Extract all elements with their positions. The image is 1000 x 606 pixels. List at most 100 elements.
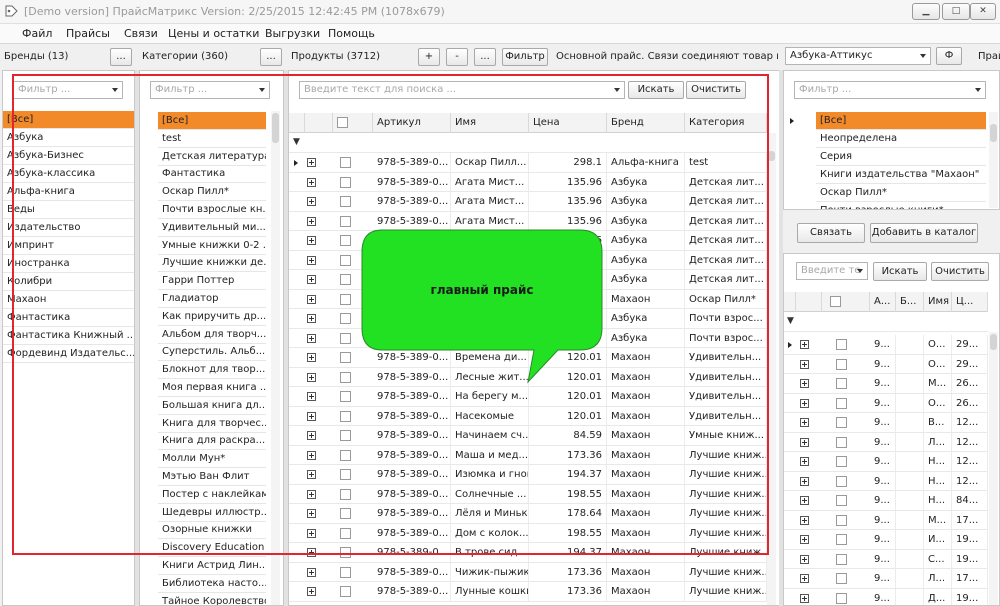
category-item[interactable]: Библиотека насто...	[158, 575, 266, 593]
expand-icon[interactable]	[800, 340, 809, 349]
category-item[interactable]: test	[158, 130, 266, 148]
supplier-category-item[interactable]: Оскар Пилл*	[816, 184, 986, 202]
column-header-name[interactable]: Имя	[451, 113, 529, 133]
expand-icon[interactable]	[307, 158, 316, 167]
supplier-product-row[interactable]: 9... Н... 12...	[784, 471, 988, 491]
product-row[interactable]: 978-5-389-0... Лёля и Минька 178.64 Махаон Л…	[289, 504, 767, 524]
supplier-product-row[interactable]: 9... Н... 84...	[784, 491, 988, 511]
categories-scrollbar[interactable]	[271, 111, 280, 605]
minimize-button[interactable]: ▁	[912, 3, 940, 20]
expand-icon[interactable]	[307, 567, 316, 577]
category-item[interactable]: Discovery Education	[158, 539, 266, 558]
brand-item[interactable]: Фантастика	[3, 309, 134, 327]
expand-icon[interactable]	[800, 437, 809, 447]
supplier-product-row[interactable]: 9... О... 29...	[784, 335, 988, 355]
row-checkbox[interactable]	[836, 378, 847, 389]
category-item[interactable]: Постер с наклейками	[158, 486, 266, 504]
row-checkbox[interactable]	[340, 488, 351, 500]
supplier-product-row[interactable]: 9... О... 26...	[784, 393, 988, 413]
scroll-thumb[interactable]	[768, 151, 775, 161]
supplier-product-row[interactable]: 9... Л... 12...	[784, 432, 988, 452]
products-clear-button[interactable]: Очистить	[686, 81, 746, 99]
supplier-product-row[interactable]: 9... И... 19...	[784, 530, 988, 550]
expand-icon[interactable]	[800, 359, 809, 369]
expand-icon[interactable]	[307, 528, 316, 538]
select-all-checkbox[interactable]	[830, 296, 841, 307]
row-checkbox[interactable]	[836, 358, 847, 370]
expand-icon[interactable]	[800, 418, 809, 427]
brands-filter[interactable]: Фильтр ...	[13, 81, 123, 99]
supplier-search-button[interactable]: Искать	[873, 262, 927, 281]
column-header-price[interactable]: Цена	[529, 113, 607, 133]
expand-icon[interactable]	[307, 314, 316, 323]
row-checkbox[interactable]	[340, 391, 351, 402]
expand-icon[interactable]	[800, 476, 809, 486]
row-checkbox[interactable]	[836, 436, 847, 448]
header-select-all[interactable]	[822, 292, 870, 312]
row-checkbox[interactable]	[340, 332, 351, 344]
row-checkbox[interactable]	[836, 553, 847, 565]
scroll-thumb[interactable]	[272, 113, 279, 143]
expand-icon[interactable]	[800, 593, 809, 603]
row-checkbox[interactable]	[836, 495, 847, 506]
category-item[interactable]: Тайное Королевство	[158, 593, 266, 605]
brand-item[interactable]: [Все]	[3, 111, 134, 129]
category-item[interactable]: Большая книга дл...	[158, 397, 266, 415]
scroll-thumb[interactable]	[990, 334, 997, 350]
row-checkbox[interactable]	[836, 339, 847, 350]
products-scrollbar[interactable]	[767, 133, 776, 605]
row-checkbox[interactable]	[340, 274, 351, 285]
brand-item[interactable]: Азбука-Бизнес	[3, 147, 134, 165]
expand-icon[interactable]	[307, 392, 316, 401]
brand-item[interactable]: Фордевинд Издательс...	[3, 345, 134, 363]
categories-filter[interactable]: Фильтр ...	[150, 81, 270, 99]
expand-icon[interactable]	[800, 398, 809, 408]
add-to-catalog-button[interactable]: Добавить в каталог	[870, 223, 978, 243]
product-row[interactable]: 978-5-389-0... Агата Мист... 135.96 Азбука Д…	[289, 172, 767, 192]
product-row[interactable]: 978-5-389-0... Маша и мед... 173.36 Махаон Л…	[289, 445, 767, 465]
supplier-category-item[interactable]: Неопределена	[816, 130, 986, 148]
category-item[interactable]: Детская литература	[158, 148, 266, 166]
expand-icon[interactable]	[307, 333, 316, 343]
supplier-column-article[interactable]: А...	[870, 292, 896, 312]
expand-icon[interactable]	[307, 411, 316, 421]
expand-icon[interactable]	[800, 496, 809, 505]
product-row[interactable]: 978-5-389-0... В трове сид... 194.37 Махаон…	[289, 543, 767, 563]
category-item[interactable]: Удивительный ми...	[158, 219, 266, 237]
products-filter-button[interactable]: Фильтр	[502, 48, 548, 66]
row-checkbox[interactable]	[836, 456, 847, 467]
expand-icon[interactable]	[307, 489, 316, 499]
brand-item[interactable]: Фантастика Книжный ...	[3, 327, 134, 345]
brand-item[interactable]: Иностранка	[3, 255, 134, 273]
add-product-button[interactable]: +	[418, 48, 440, 66]
menu-help[interactable]: Помощь	[328, 27, 375, 40]
expand-icon[interactable]	[307, 275, 316, 284]
row-checkbox[interactable]	[340, 469, 351, 480]
product-row[interactable]: 978-5-389-0... Агата Мист... 135.96 Азбука Д…	[289, 192, 767, 212]
row-checkbox[interactable]	[836, 475, 847, 487]
row-checkbox[interactable]	[340, 254, 351, 266]
supplier-search-input[interactable]: Введите те	[796, 262, 868, 280]
row-checkbox[interactable]	[340, 352, 351, 363]
product-row[interactable]: 978-5-389-0... Изюмка и гном 194.37 Махаон Л…	[289, 465, 767, 485]
category-item[interactable]: Фантастика	[158, 165, 266, 184]
expand-icon[interactable]	[307, 177, 316, 187]
expand-icon[interactable]	[800, 379, 809, 388]
row-checkbox[interactable]	[340, 157, 351, 168]
expand-icon[interactable]	[307, 509, 316, 518]
row-checkbox[interactable]	[836, 573, 847, 584]
expand-icon[interactable]	[307, 216, 316, 226]
row-checkbox[interactable]	[340, 313, 351, 324]
category-item[interactable]: Моя первая книга ...	[158, 379, 266, 397]
supplier-product-row[interactable]: 9... Д... 19...	[784, 588, 988, 605]
row-checkbox[interactable]	[340, 293, 351, 305]
supplier-column-brand[interactable]: Б...	[896, 292, 924, 312]
supplier-filter[interactable]: Фильтр ...	[794, 81, 986, 99]
row-checkbox[interactable]	[340, 196, 351, 207]
column-header-category[interactable]: Категория	[685, 113, 767, 133]
brand-item[interactable]: Колибри	[3, 273, 134, 291]
row-checkbox[interactable]	[340, 176, 351, 188]
brand-item[interactable]: Веды	[3, 201, 134, 219]
row-checkbox[interactable]	[836, 417, 847, 428]
menu-links[interactable]: Связи	[124, 27, 158, 40]
